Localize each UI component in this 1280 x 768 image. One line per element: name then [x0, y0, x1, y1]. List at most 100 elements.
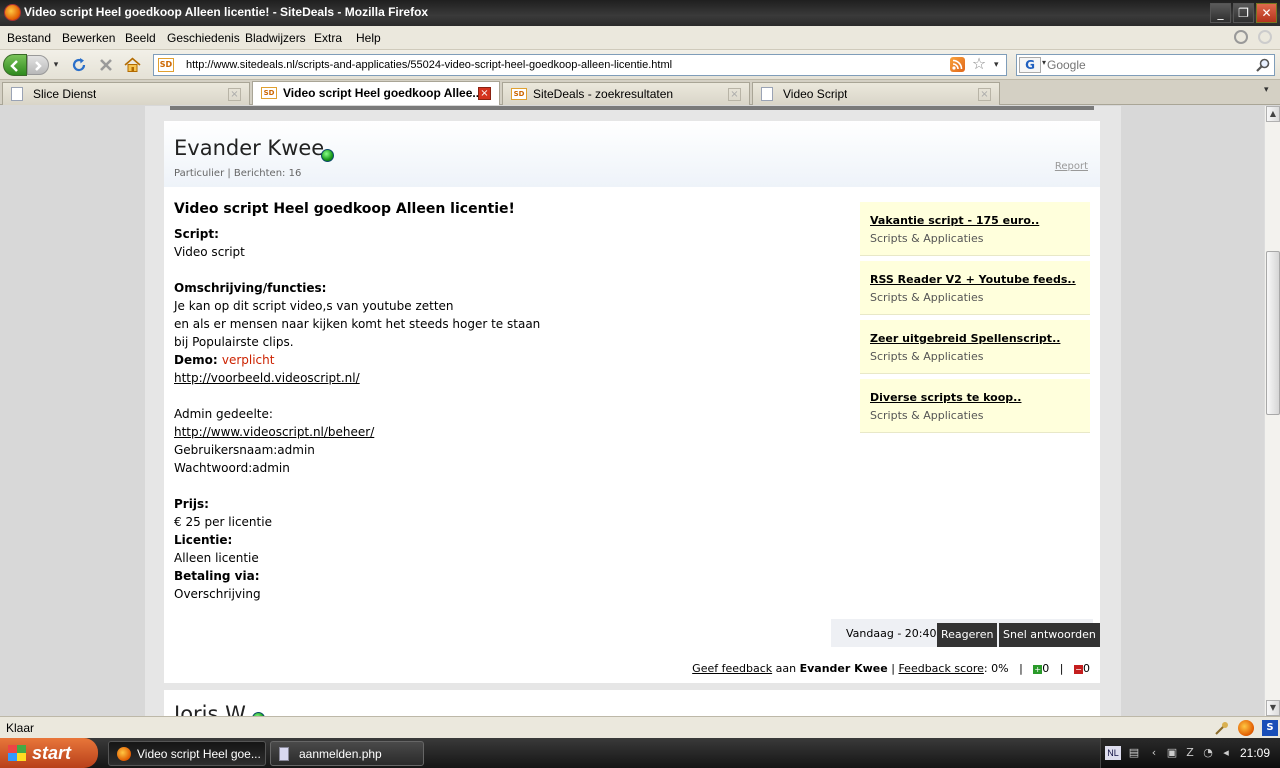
- related-title[interactable]: Zeer uitgebreid Spellenscript..: [870, 332, 1060, 345]
- page-viewport[interactable]: Evander Kwee Particulier | Berichten: 16…: [0, 106, 1264, 716]
- start-label: start: [32, 743, 72, 763]
- online-status-icon: [321, 149, 334, 162]
- volume-icon[interactable]: ◂: [1219, 746, 1233, 760]
- menu-beeld[interactable]: Beeld: [125, 31, 156, 45]
- payment-label: Betaling via: [174, 569, 255, 583]
- description-line: en als er mensen naar kijken komt het st…: [174, 317, 541, 331]
- zonealarm-icon[interactable]: Z: [1183, 746, 1197, 760]
- scroll-up-button[interactable]: ▲: [1266, 106, 1280, 122]
- report-link[interactable]: Report: [1055, 161, 1088, 172]
- author-meta: Particulier | Berichten: 16: [174, 168, 302, 179]
- demo-link[interactable]: http://voorbeeld.videoscript.nl/: [174, 371, 360, 385]
- related-item[interactable]: Vakantie script - 175 euro.. Scripts & A…: [860, 202, 1090, 256]
- scroll-down-button[interactable]: ▼: [1266, 700, 1280, 716]
- scrollbar-thumb[interactable]: [1266, 251, 1280, 415]
- maximize-button[interactable]: ❐: [1233, 3, 1254, 23]
- tray-expand-icon[interactable]: ‹: [1147, 746, 1161, 760]
- arrow-left-icon: [10, 60, 18, 72]
- minimize-button[interactable]: _: [1210, 3, 1231, 23]
- addon-icon[interactable]: [1214, 720, 1230, 736]
- related-title[interactable]: Vakantie script - 175 euro..: [870, 214, 1039, 227]
- url-dropdown-button[interactable]: ▾: [994, 58, 1004, 72]
- admin-username: Gebruikersnaam:admin: [174, 443, 315, 457]
- tab-close-icon[interactable]: ×: [728, 88, 741, 101]
- google-engine-icon[interactable]: G: [1019, 57, 1041, 73]
- clock[interactable]: 21:09: [1240, 746, 1270, 760]
- script-label: Script: [174, 227, 215, 241]
- forward-button[interactable]: [27, 55, 49, 75]
- feedback-username: Evander Kwee: [799, 662, 888, 675]
- menu-bladwijzers[interactable]: Bladwijzers: [245, 31, 306, 45]
- feedback-score-link[interactable]: Feedback score: [898, 662, 983, 675]
- window-title: Video script Heel goedkoop Alleen licent…: [24, 5, 429, 19]
- negative-count: 0: [1083, 662, 1090, 675]
- post-author[interactable]: Joris W: [174, 702, 246, 716]
- search-go-button[interactable]: [1255, 57, 1271, 73]
- sitedeals-favicon-icon: SD: [158, 58, 174, 72]
- search-bar[interactable]: G ▾: [1016, 54, 1275, 76]
- reply-button[interactable]: Reageren: [937, 623, 998, 647]
- menu-geschiedenis[interactable]: Geschiedenis: [167, 31, 240, 45]
- address-bar[interactable]: SD http://www.sitedeals.nl/scripts-and-a…: [153, 54, 1007, 76]
- home-button[interactable]: [121, 54, 143, 76]
- tab-video-script[interactable]: Video Script ×: [752, 82, 1000, 105]
- page-icon: [11, 87, 23, 101]
- tab-close-icon[interactable]: ×: [978, 88, 991, 101]
- task-label: aanmelden.php: [299, 747, 382, 761]
- post-author[interactable]: Evander Kwee: [174, 136, 324, 160]
- address-url[interactable]: http://www.sitedeals.nl/scripts-and-appl…: [186, 59, 672, 71]
- search-input[interactable]: [1047, 57, 1247, 73]
- tab-close-icon[interactable]: ×: [228, 88, 241, 101]
- skype-status-icon[interactable]: S: [1262, 720, 1278, 736]
- feedback-to-text: aan: [775, 662, 797, 675]
- reload-button[interactable]: [68, 54, 90, 76]
- keyboard-icon[interactable]: ▤: [1127, 746, 1141, 760]
- vertical-scrollbar[interactable]: ▲ ▼: [1264, 106, 1280, 716]
- start-button[interactable]: start: [0, 738, 98, 768]
- menu-bewerken[interactable]: Bewerken: [62, 31, 115, 45]
- network-icon[interactable]: ▣: [1165, 746, 1179, 760]
- quick-reply-button[interactable]: Snel antwoorden: [999, 623, 1100, 647]
- stop-icon: [100, 59, 112, 71]
- tab-video-script-active[interactable]: SD Video script Heel goedkoop Allee... ×: [252, 81, 500, 105]
- forum-post: Evander Kwee Particulier | Berichten: 16…: [164, 121, 1100, 683]
- related-title[interactable]: RSS Reader V2 + Youtube feeds..: [870, 273, 1076, 286]
- tab-label: SiteDeals - zoekresultaten: [533, 87, 674, 101]
- taskbar: start Video script Heel goe... aanmelden…: [0, 738, 1280, 768]
- admin-link[interactable]: http://www.videoscript.nl/beheer/: [174, 425, 374, 439]
- close-window-button[interactable]: ✕: [1256, 3, 1277, 23]
- post-title: Video script Heel goedkoop Alleen licent…: [174, 201, 515, 217]
- menu-help[interactable]: Help: [356, 31, 381, 45]
- site-nav-strip: [170, 106, 1094, 110]
- stop-button[interactable]: [95, 54, 117, 76]
- language-indicator[interactable]: NL: [1105, 746, 1121, 760]
- related-title[interactable]: Diverse scripts te koop..: [870, 391, 1021, 404]
- related-item[interactable]: Diverse scripts te koop.. Scripts & Appl…: [860, 379, 1090, 433]
- home-icon: [123, 57, 141, 72]
- bookmark-star-icon[interactable]: ☆: [970, 55, 988, 73]
- task-firefox[interactable]: Video script Heel goe...: [108, 741, 266, 766]
- post-actions: Vandaag - 20:40 Reageren Snel antwoorden: [831, 619, 1100, 647]
- history-dropdown-button[interactable]: ▾: [51, 54, 61, 76]
- related-category: Scripts & Applicaties: [870, 409, 984, 422]
- separator: |: [1019, 662, 1023, 675]
- give-feedback-link[interactable]: Geef feedback: [692, 662, 772, 675]
- description-label: Omschrijving/functies: [174, 281, 322, 295]
- status-text: Klaar: [6, 721, 35, 735]
- tab-slice-dienst[interactable]: Slice Dienst ×: [2, 82, 250, 105]
- related-item[interactable]: Zeer uitgebreid Spellenscript.. Scripts …: [860, 320, 1090, 374]
- back-button[interactable]: [3, 54, 27, 76]
- tab-sitedeals-zoekresultaten[interactable]: SD SiteDeals - zoekresultaten ×: [502, 82, 750, 105]
- related-item[interactable]: RSS Reader V2 + Youtube feeds.. Scripts …: [860, 261, 1090, 315]
- menu-bestand[interactable]: Bestand: [7, 31, 51, 45]
- list-all-tabs-button[interactable]: ▾: [1264, 85, 1269, 95]
- wifi-icon[interactable]: ◔: [1201, 746, 1215, 760]
- script-value: Video script: [174, 245, 245, 259]
- license-value: Alleen licentie: [174, 551, 259, 565]
- task-aanmelden[interactable]: aanmelden.php: [270, 741, 424, 766]
- tab-close-icon[interactable]: ×: [478, 87, 491, 100]
- post-body: Script: Video script Omschrijving/functi…: [174, 227, 541, 601]
- menu-extra[interactable]: Extra: [314, 31, 342, 45]
- firefox-status-icon[interactable]: [1238, 720, 1254, 736]
- rss-feed-icon[interactable]: [950, 57, 965, 72]
